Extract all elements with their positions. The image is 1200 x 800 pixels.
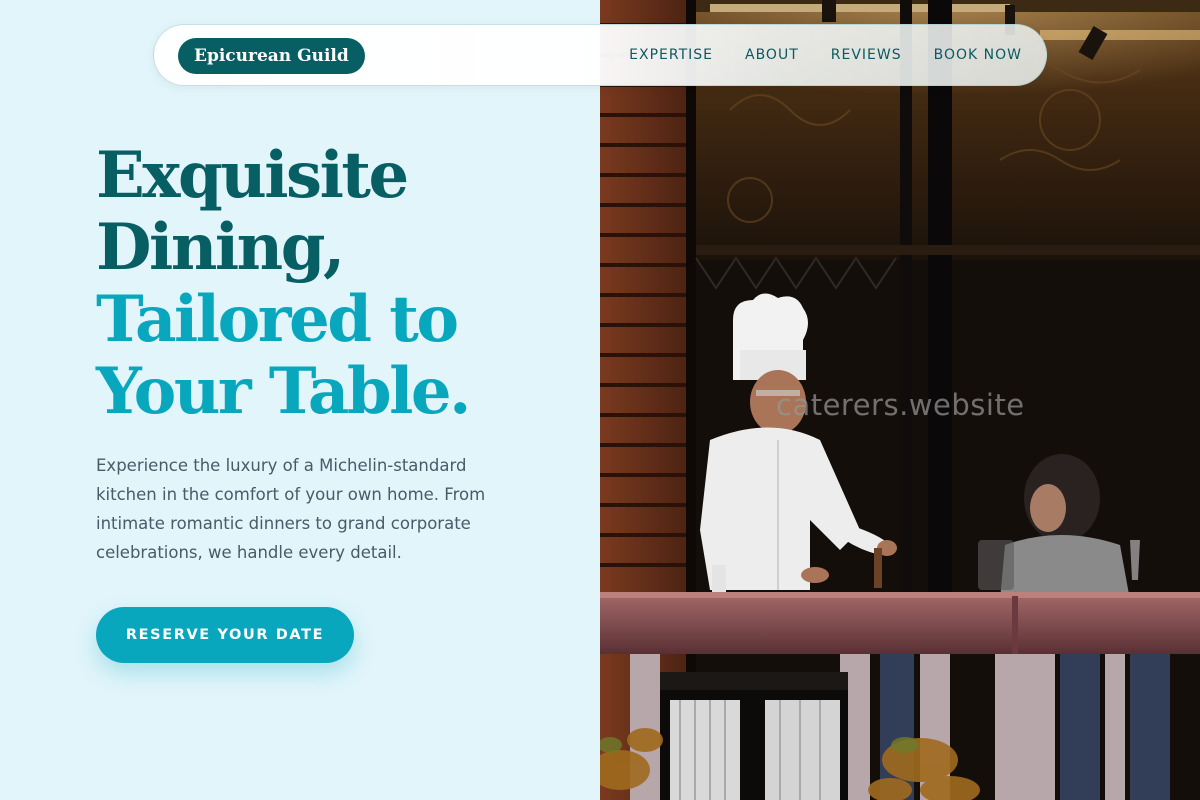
hero-heading-line: Exquisite [96,138,409,213]
hero-description: Experience the luxury of a Michelin-stan… [96,456,486,562]
hero-photo: caterers.website [600,0,1200,800]
watermark-text: caterers.website [776,388,1025,422]
nav-link-book-now[interactable]: BOOK NOW [934,47,1022,63]
nav-link-expertise[interactable]: EXPERTISE [629,47,713,63]
brand-logo[interactable]: Epicurean Guild [178,38,365,74]
nav-menu: EXPERTISE ABOUT REVIEWS BOOK NOW [597,25,1022,85]
hero-heading-line-accent: Tailored to [96,282,459,357]
hero-heading: Exquisite Dining, Tailored to Your Table… [96,140,576,428]
nav-link-reviews[interactable]: REVIEWS [831,47,902,63]
top-navigation: Epicurean Guild EXPERTISE ABOUT REVIEWS … [153,24,1047,86]
hero-heading-line-accent: Your Table. [96,354,471,429]
hero-heading-line: Dining, [96,210,345,285]
reserve-date-button[interactable]: RESERVE YOUR DATE [96,607,354,663]
nav-link-about[interactable]: ABOUT [745,47,799,63]
